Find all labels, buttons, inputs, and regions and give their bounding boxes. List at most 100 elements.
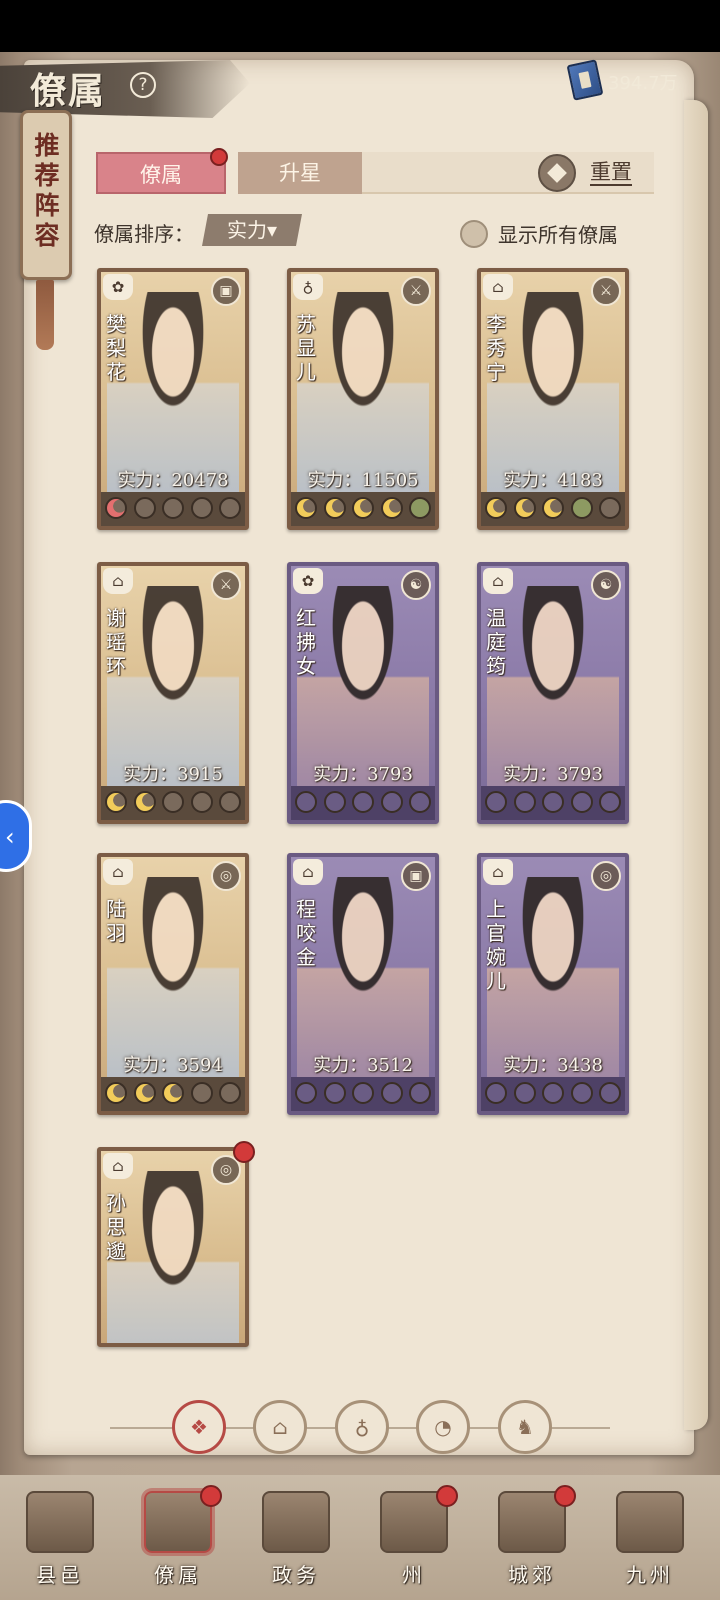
moon-star-icon	[352, 497, 374, 519]
moon-star-icon	[513, 791, 536, 813]
official-type-icon: ⌂	[103, 859, 133, 885]
show-all-toggle[interactable]	[460, 220, 488, 248]
bottom-nav: 县邑 僚属 政务 州 城郊 九州	[0, 1475, 720, 1600]
moon-star-icon	[295, 1082, 317, 1104]
official-card[interactable]: ⌂ ◎ 上官婉儿 实力：3438	[477, 853, 629, 1115]
nav-label: 僚属	[154, 1563, 202, 1587]
moon-star-icon	[133, 1082, 156, 1104]
moon-star-icon	[219, 791, 241, 813]
moon-star-icon	[352, 1082, 374, 1104]
official-class-icon: ◎	[591, 861, 621, 891]
moon-star-icon	[190, 791, 213, 813]
moon-star-icon	[599, 1082, 621, 1104]
nav-prefecture[interactable]: 州	[364, 1485, 464, 1595]
filter-wen-icon[interactable]: ⌂	[253, 1400, 307, 1454]
official-card[interactable]: ⌂ ◎ 陆羽 实力：3594	[97, 853, 249, 1115]
official-card[interactable]: ⌂ ◎ 孙思邈	[97, 1147, 249, 1347]
notification-dot	[436, 1485, 458, 1507]
star-rating	[291, 786, 435, 820]
official-power: 实力：4183	[503, 470, 603, 491]
moon-star-icon	[162, 497, 184, 519]
nav-county[interactable]: 县邑	[10, 1485, 110, 1595]
official-class-icon: ☯	[401, 570, 431, 600]
nav-affairs[interactable]: 政务	[246, 1485, 346, 1595]
nav-label: 九州	[626, 1563, 674, 1587]
affairs-desk-icon	[262, 1491, 330, 1553]
official-card[interactable]: ⌂ ⚔ 李秀宁 实力：4183	[477, 268, 629, 530]
official-name: 孙思邈	[106, 1191, 126, 1263]
map-scroll-icon	[616, 1491, 684, 1553]
official-card[interactable]: ⌂ ⚔ 谢瑶环实力：3915	[97, 562, 249, 824]
filter-all-icon[interactable]: ❖	[172, 1400, 226, 1454]
official-type-icon: ⌂	[103, 568, 133, 594]
chevron-left-icon: ‹	[5, 823, 15, 851]
recommended-lineup-label: 推荐阵容	[34, 131, 60, 250]
nav-officials[interactable]: 僚属	[128, 1485, 228, 1595]
county-gate-icon	[26, 1491, 94, 1553]
official-power: 实力：3915	[123, 764, 223, 785]
official-card[interactable]: ✿ ☯ 红拂女 实力：3793	[287, 562, 439, 824]
official-card[interactable]: ⌂ ☯ 温庭筠 实力：3793	[477, 562, 629, 824]
notification-dot	[210, 148, 228, 166]
official-type-icon: ✿	[293, 568, 323, 594]
filter-gourd-icon[interactable]: ♁	[335, 1400, 389, 1454]
official-class-icon: ▣	[211, 276, 241, 306]
reset-button[interactable]: 重置	[590, 160, 632, 186]
nav-suburbs[interactable]: 城郊	[482, 1485, 582, 1595]
official-type-icon: ♁	[293, 274, 323, 300]
official-card[interactable]: ✿ ▣ 樊梨花 实力：20478	[97, 268, 249, 530]
star-rating	[291, 492, 435, 526]
official-name: 上官婉儿	[486, 897, 506, 993]
moon-star-icon	[542, 791, 564, 813]
page-title: 僚属	[30, 70, 107, 112]
official-class-icon: ⚔	[401, 276, 431, 306]
official-type-icon: ✿	[103, 274, 133, 300]
official-power: 实力：3512	[313, 1055, 413, 1076]
moon-star-icon	[513, 497, 536, 519]
moon-star-icon	[190, 497, 213, 519]
moon-star-icon	[570, 497, 593, 519]
currency-display[interactable]: 394.7万	[566, 59, 700, 101]
status-bar	[0, 0, 720, 52]
nav-label: 政务	[272, 1563, 320, 1587]
tab-officials[interactable]: 僚属	[96, 152, 226, 194]
book-currency-icon	[566, 59, 604, 101]
official-class-icon: ⚔	[211, 570, 241, 600]
official-name: 程咬金	[296, 897, 316, 969]
moon-star-icon	[219, 1082, 241, 1104]
category-filter-row: ❖ ⌂ ♁ ◔ ♞	[110, 1400, 610, 1456]
nav-label: 州	[402, 1563, 426, 1587]
official-card[interactable]: ⌂ ▣ 程咬金 实力：3512	[287, 853, 439, 1115]
sort-dropdown[interactable]: 实力▾	[202, 214, 302, 246]
official-card[interactable]: ♁ ⚔ 苏显儿 实力：11505	[287, 268, 439, 530]
notification-dot	[200, 1485, 222, 1507]
tassel-icon	[36, 280, 54, 350]
nav-label: 县邑	[36, 1563, 84, 1587]
official-name: 李秀宁	[486, 312, 506, 384]
moon-star-icon	[380, 1082, 403, 1104]
star-rating	[101, 786, 245, 820]
nav-label: 城郊	[508, 1563, 556, 1587]
official-type-icon: ⌂	[103, 1153, 133, 1179]
nav-nine-states[interactable]: 九州	[600, 1485, 700, 1595]
notification-dot	[554, 1485, 576, 1507]
moon-star-icon	[133, 497, 156, 519]
official-name: 谢瑶环	[106, 606, 126, 678]
recommended-lineup-tag[interactable]: 推荐阵容	[20, 110, 72, 280]
filter-lion-icon[interactable]: ♞	[498, 1400, 552, 1454]
moon-star-icon	[380, 497, 403, 519]
moon-star-icon	[190, 1082, 213, 1104]
reset-icon[interactable]	[538, 154, 576, 192]
filter-fan-icon[interactable]: ◔	[416, 1400, 470, 1454]
show-all-label[interactable]: 显示所有僚属	[498, 219, 618, 248]
moon-star-icon	[162, 791, 184, 813]
star-rating	[101, 1077, 245, 1111]
moon-star-icon	[295, 497, 317, 519]
official-class-icon: ⚔	[591, 276, 621, 306]
star-rating	[481, 786, 625, 820]
moon-star-icon	[599, 791, 621, 813]
official-class-icon: ☯	[591, 570, 621, 600]
tab-star-up[interactable]: 升星	[238, 152, 362, 194]
official-type-icon: ⌂	[483, 859, 513, 885]
help-icon[interactable]: ?	[130, 72, 156, 98]
